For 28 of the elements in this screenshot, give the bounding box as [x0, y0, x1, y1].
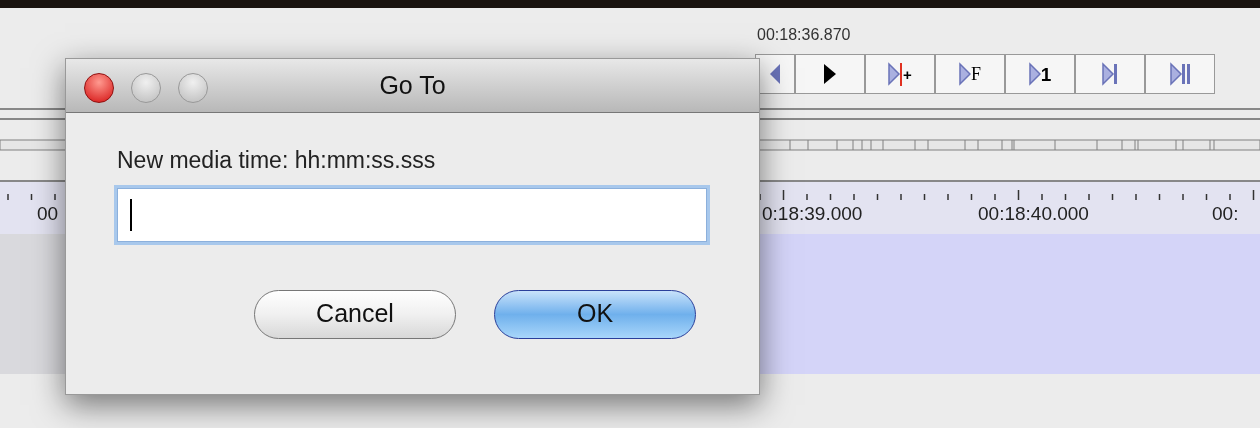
player-control-button[interactable]: 1: [1005, 54, 1075, 94]
skip-end-icon: [1102, 62, 1118, 86]
play-icon: [1028, 62, 1041, 86]
time-label: 0:18:39.000: [762, 203, 863, 224]
ok-button[interactable]: OK: [494, 289, 696, 339]
player-control-button[interactable]: [795, 54, 865, 94]
play-icon: [823, 63, 837, 85]
media-time: 00:18:36.870: [757, 26, 851, 43]
button-label: F: [971, 65, 981, 83]
time-label: 00:18:40.000: [978, 203, 1089, 224]
window-title: Go To: [379, 69, 446, 101]
text-cursor: [130, 198, 132, 231]
button-label: +: [903, 66, 912, 82]
time-label: 00: [37, 203, 59, 224]
time-label: 00:: [1212, 203, 1239, 224]
minimize-icon[interactable]: [131, 73, 161, 103]
zoom-icon[interactable]: [178, 73, 208, 103]
play-icon: [959, 62, 971, 86]
player-control-button[interactable]: F: [935, 54, 1005, 94]
play-selection-icon: [888, 62, 904, 86]
cancel-button[interactable]: Cancel: [254, 289, 456, 339]
player-control-button[interactable]: +: [865, 54, 935, 94]
step-back-icon: [769, 62, 781, 86]
close-icon[interactable]: [84, 73, 114, 103]
time-input-field[interactable]: [117, 187, 707, 242]
play-pause-icon: [1169, 62, 1191, 86]
button-label: 1: [1040, 64, 1052, 84]
prompt-label: New media time: hh:mm:ss.sss: [117, 146, 437, 175]
